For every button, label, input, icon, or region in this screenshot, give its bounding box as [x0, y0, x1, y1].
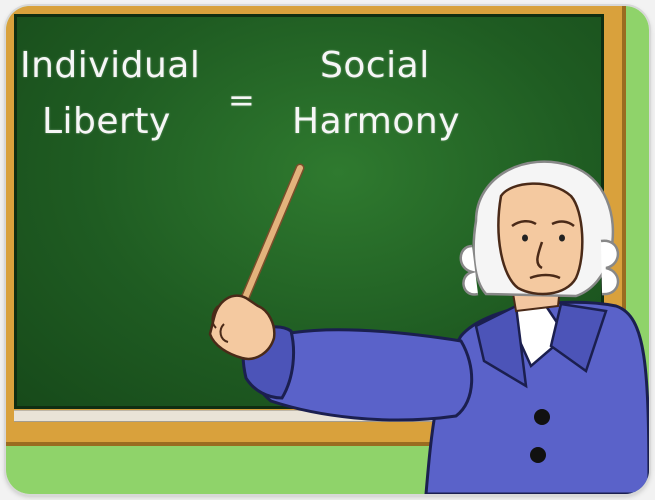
coat-button-1: [534, 409, 550, 425]
hand: [208, 294, 276, 361]
face: [497, 182, 584, 296]
right-eye: [559, 234, 565, 242]
teacher-figure: [208, 160, 649, 494]
coat-button-2: [530, 447, 546, 463]
illustration-frame: Individual Liberty = Social Harmony: [6, 6, 649, 494]
left-eye: [522, 234, 528, 242]
